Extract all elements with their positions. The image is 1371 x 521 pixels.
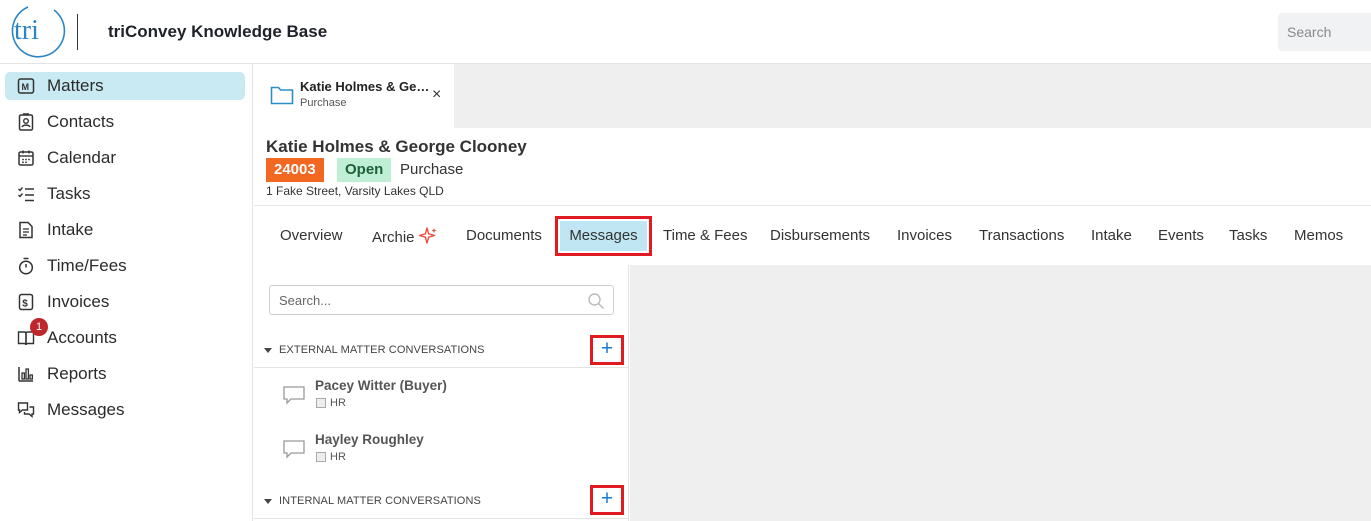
- external-conversations-label: EXTERNAL MATTER CONVERSATIONS: [279, 344, 485, 356]
- tab-archie[interactable]: Archie: [372, 227, 437, 246]
- logo-divider: [77, 14, 78, 50]
- tab-intake[interactable]: Intake: [1091, 227, 1132, 244]
- sidebar-item-intake[interactable]: Intake: [5, 216, 245, 244]
- reports-icon: [18, 367, 34, 382]
- sidebar-item-messages[interactable]: Messages: [5, 396, 245, 424]
- contacts-icon: [18, 113, 34, 131]
- intake-icon: [19, 221, 33, 239]
- conversation-item[interactable]: Hayley Roughley HR: [282, 432, 582, 472]
- sidebar-label-messages: Messages: [47, 400, 125, 419]
- sidebar-label-intake: Intake: [47, 220, 94, 239]
- app-title: triConvey Knowledge Base: [108, 22, 328, 41]
- sidebar-item-tasks[interactable]: Tasks: [5, 180, 245, 208]
- conversation-checkbox[interactable]: [316, 398, 326, 408]
- tri-logo[interactable]: tri: [6, 2, 68, 60]
- svg-text:M: M: [22, 82, 30, 92]
- conversation-name: Hayley Roughley: [315, 432, 424, 447]
- conversation-tag: HR: [330, 397, 346, 409]
- invoice-icon: $: [18, 293, 34, 311]
- section-divider: [254, 518, 629, 519]
- internal-conversations-label: INTERNAL MATTER CONVERSATIONS: [279, 495, 481, 507]
- messages-icon: [17, 402, 35, 418]
- sidebar-label-tasks: Tasks: [47, 184, 91, 203]
- search-icon[interactable]: [587, 292, 605, 310]
- top-header: tri triConvey Knowledge Base: [0, 0, 1371, 64]
- sidebar-label-time-fees: Time/Fees: [47, 256, 127, 275]
- global-search-input[interactable]: [1278, 13, 1371, 51]
- tab-messages-label: Messages: [560, 221, 647, 251]
- tab-disbursements[interactable]: Disbursements: [770, 227, 870, 244]
- tab-events[interactable]: Events: [1158, 227, 1204, 244]
- tab-time-fees[interactable]: Time & Fees: [663, 227, 747, 244]
- tab-documents[interactable]: Documents: [466, 227, 542, 244]
- conversation-name: Pacey Witter (Buyer): [315, 378, 447, 393]
- caret-down-icon: [264, 499, 272, 504]
- tab-archie-label: Archie: [372, 229, 415, 246]
- sidebar-item-contacts[interactable]: Contacts: [5, 108, 245, 136]
- sidebar-item-invoices[interactable]: $ Invoices: [5, 288, 245, 316]
- matter-subtabs: Overview Archie Documents Messages Time …: [254, 207, 1371, 265]
- sidebar-label-calendar: Calendar: [47, 148, 116, 167]
- sidebar-item-calendar[interactable]: Calendar: [5, 144, 245, 172]
- tab-messages[interactable]: Messages: [555, 216, 652, 256]
- sidebar-label-invoices: Invoices: [47, 292, 110, 311]
- calendar-icon: [18, 150, 34, 166]
- sidebar-label-contacts: Contacts: [47, 112, 115, 131]
- accounts-badge: 1: [30, 318, 48, 336]
- matter-header: Katie Holmes & George Clooney 24003 Open…: [254, 128, 1371, 206]
- chat-bubble-icon: [283, 440, 305, 459]
- sidebar-label-accounts: Accounts: [47, 328, 117, 347]
- sidebar-label-matters: Matters: [47, 76, 104, 95]
- chat-bubble-icon: [283, 386, 305, 405]
- message-content-area: [630, 265, 1371, 521]
- matter-tab[interactable]: Katie Holmes & George Clooney Purchase ×: [254, 64, 454, 128]
- matter-number-badge: 24003: [266, 158, 324, 182]
- matters-icon: M: [17, 78, 35, 94]
- tab-overview[interactable]: Overview: [280, 227, 343, 244]
- conversation-tag: HR: [330, 451, 346, 463]
- tab-transactions[interactable]: Transactions: [979, 227, 1064, 244]
- stopwatch-icon: [18, 257, 34, 275]
- messages-panel: EXTERNAL MATTER CONVERSATIONS + Pacey Wi…: [254, 265, 629, 521]
- sidebar-item-reports[interactable]: Reports: [5, 360, 245, 388]
- sidebar: M Matters Contacts Calendar Tasks Intake…: [0, 64, 253, 521]
- matter-address: 1 Fake Street, Varsity Lakes QLD: [266, 184, 444, 198]
- plus-icon: +: [600, 487, 614, 510]
- conversation-item[interactable]: Pacey Witter (Buyer) HR: [282, 378, 582, 418]
- matter-status-badge: Open: [337, 158, 392, 182]
- external-conversations-header[interactable]: EXTERNAL MATTER CONVERSATIONS: [264, 342, 624, 362]
- section-divider: [254, 367, 629, 368]
- tab-invoices[interactable]: Invoices: [897, 227, 952, 244]
- sparkle-icon: [418, 227, 437, 244]
- add-external-conversation-button[interactable]: +: [590, 335, 624, 365]
- conversation-checkbox[interactable]: [316, 452, 326, 462]
- matter-tab-strip: Katie Holmes & George Clooney Purchase ×: [254, 64, 1371, 128]
- add-internal-conversation-button[interactable]: +: [590, 485, 624, 515]
- messages-search-input[interactable]: [269, 285, 614, 315]
- sidebar-item-matters[interactable]: M Matters: [5, 72, 245, 100]
- matter-tab-subtitle: Purchase: [300, 97, 347, 109]
- tab-memos[interactable]: Memos: [1294, 227, 1343, 244]
- matter-tab-title: Katie Holmes & George Clooney: [300, 79, 432, 94]
- logo-text: tri: [14, 15, 39, 46]
- svg-text:$: $: [22, 299, 28, 310]
- sidebar-label-reports: Reports: [47, 364, 107, 383]
- tasks-icon: [18, 187, 34, 202]
- plus-icon: +: [600, 337, 614, 360]
- matter-title: Katie Holmes & George Clooney: [266, 137, 527, 156]
- caret-down-icon: [264, 348, 272, 353]
- sidebar-item-time-fees[interactable]: Time/Fees: [5, 252, 245, 280]
- folder-icon: [270, 86, 294, 105]
- close-tab-icon[interactable]: ×: [432, 86, 441, 104]
- sidebar-item-accounts[interactable]: 1 Accounts: [5, 318, 245, 352]
- matter-type: Purchase: [400, 161, 464, 178]
- internal-conversations-header[interactable]: INTERNAL MATTER CONVERSATIONS: [264, 493, 624, 513]
- tab-tasks[interactable]: Tasks: [1229, 227, 1267, 244]
